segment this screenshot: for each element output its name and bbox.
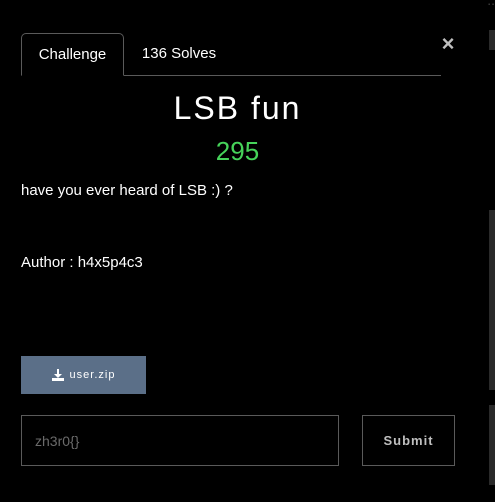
tab-challenge[interactable]: Challenge [21,33,124,76]
download-icon [51,369,64,381]
challenge-author: Author : h4x5p4c3 [21,254,143,271]
challenge-title: LSB fun [173,90,302,126]
submit-button[interactable]: Submit [362,415,455,466]
scrollbar-fragment [489,405,495,485]
file-name: user.zip [69,369,116,381]
tab-bar: Challenge 136 Solves [21,33,441,76]
challenge-description: have you ever heard of LSB :) ? [21,182,233,199]
challenge-modal: × Challenge 136 Solves LSB fun 295 have … [0,0,488,502]
tab-solves[interactable]: 136 Solves [124,33,234,75]
close-icon: × [441,31,455,56]
challenge-points: 295 [215,136,260,166]
download-file-button[interactable]: user.zip [21,356,146,394]
scrollbar-fragment [489,30,495,50]
close-button[interactable]: × [440,31,456,56]
page: ... ... × Challenge 136 Solves LSB fun 2… [0,0,495,502]
flag-input[interactable] [21,415,339,466]
scrollbar-fragment [489,210,495,390]
